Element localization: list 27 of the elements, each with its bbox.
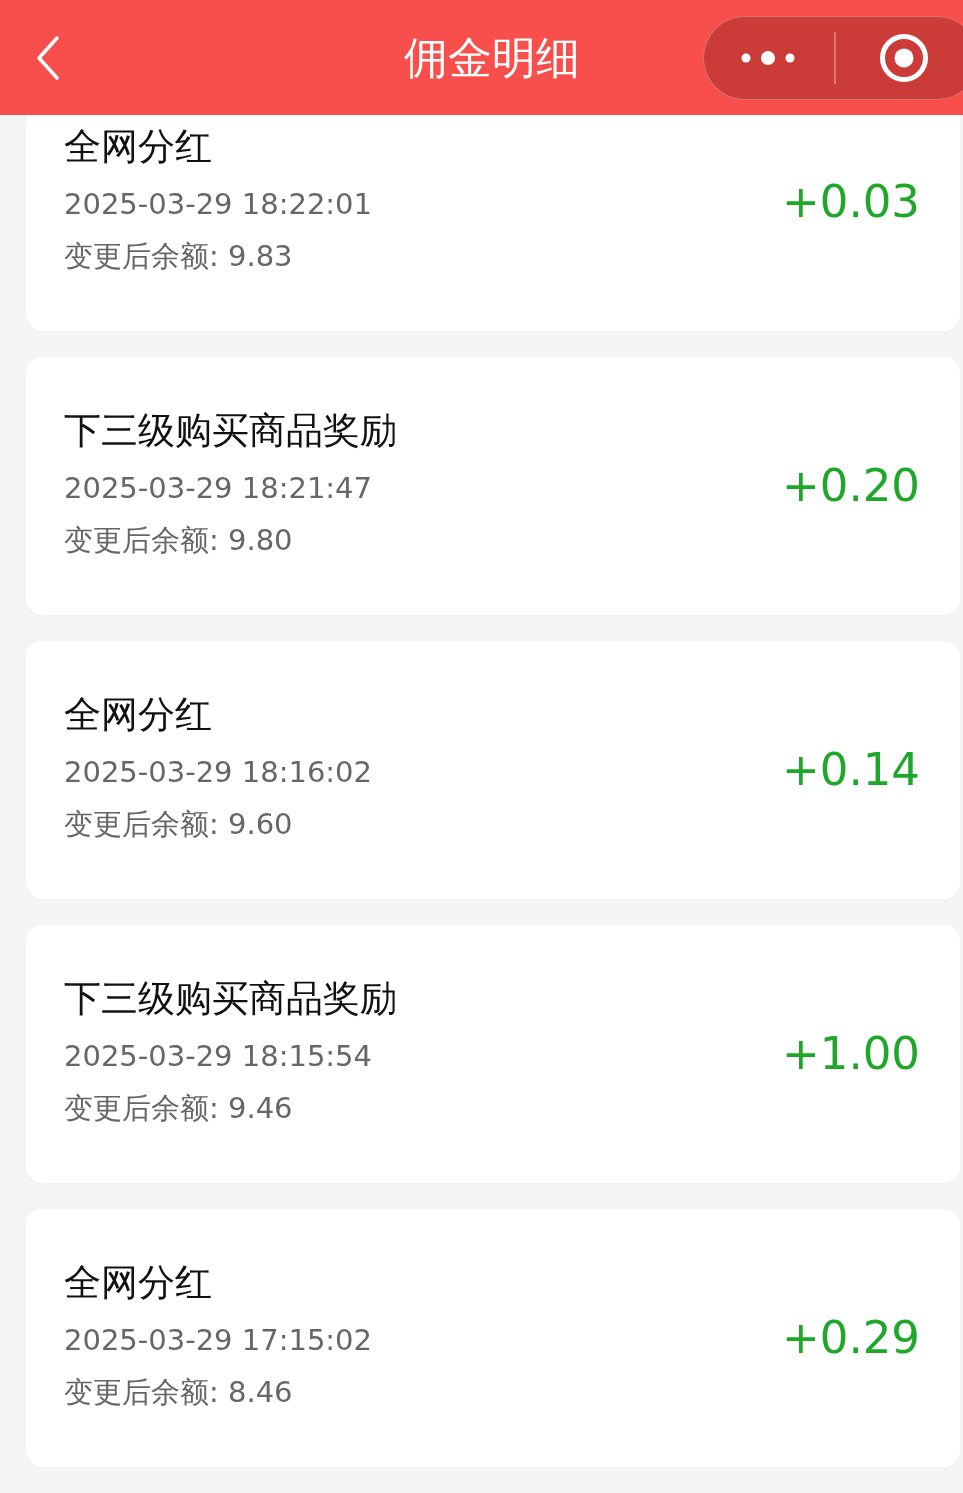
record-time: 2025-03-29 18:15:54 xyxy=(64,1038,372,1075)
record-time: 2025-03-29 17:15:02 xyxy=(64,1322,372,1359)
balance-after-change: 变更后余额: 9.83 xyxy=(64,238,293,275)
balance-after-change: 变更后余额: 9.46 xyxy=(64,1090,293,1127)
page-title: 佣金明细 xyxy=(403,30,580,85)
commission-amount: +1.00 xyxy=(782,1026,920,1082)
more-dots-icon xyxy=(741,49,795,66)
target-circle-icon xyxy=(879,32,929,83)
balance-after-change: 变更后余额: 9.80 xyxy=(64,522,293,559)
record-title: 下三级购买商品奖励 xyxy=(64,976,397,1022)
back-button[interactable] xyxy=(36,35,60,80)
record-title: 全网分红 xyxy=(64,124,212,170)
balance-after-change: 变更后余额: 8.46 xyxy=(64,1374,293,1411)
balance-after-change: 变更后余额: 9.60 xyxy=(64,806,293,843)
record-time: 2025-03-29 18:16:02 xyxy=(64,754,372,791)
more-button[interactable] xyxy=(741,49,795,66)
record-title: 下三级购买商品奖励 xyxy=(64,408,397,454)
commission-amount: +0.14 xyxy=(782,742,920,798)
commission-amount: +0.20 xyxy=(782,458,920,514)
chevron-left-icon xyxy=(36,35,60,80)
record-time: 2025-03-29 18:21:47 xyxy=(64,470,372,507)
record-title: 全网分红 xyxy=(64,692,212,738)
record-time: 2025-03-29 18:22:01 xyxy=(64,186,372,223)
close-button[interactable] xyxy=(879,32,929,83)
commission-amount: +0.29 xyxy=(782,1310,920,1366)
commission-amount: +0.03 xyxy=(782,174,920,230)
record-title: 全网分红 xyxy=(64,1260,212,1306)
